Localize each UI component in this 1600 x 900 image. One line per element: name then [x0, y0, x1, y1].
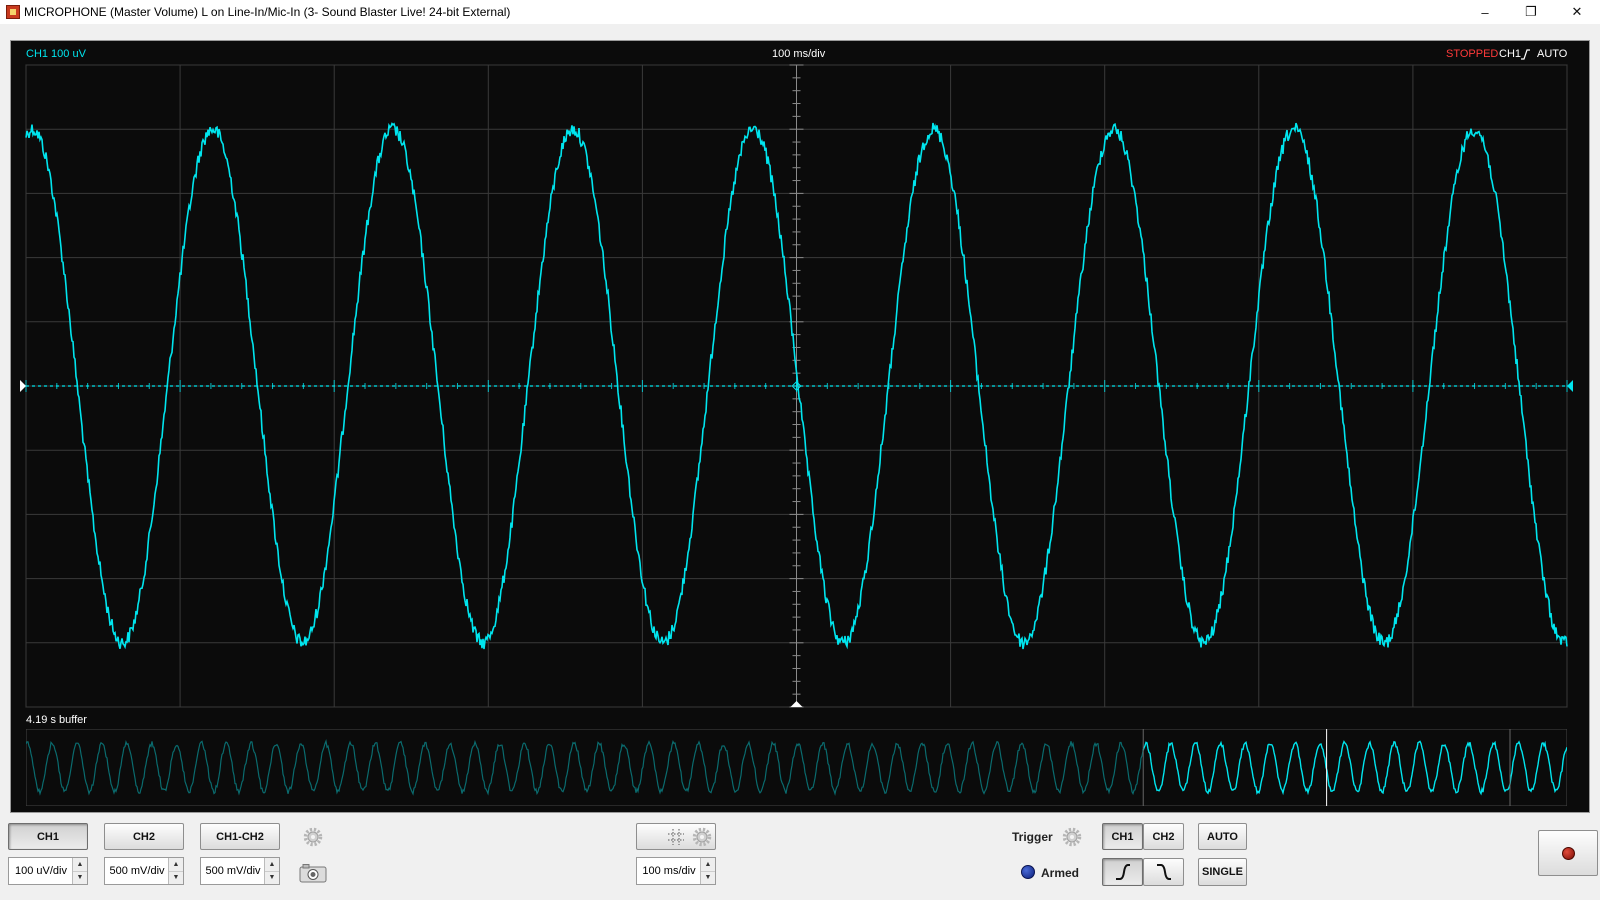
up-arrow-icon[interactable]: ▲	[265, 858, 279, 872]
trigger-label: Trigger	[1012, 830, 1053, 844]
falling-edge-icon	[1156, 864, 1171, 880]
trigger-channel-label: CH1	[1499, 48, 1522, 60]
armed-indicator	[1021, 865, 1035, 879]
buffer-overview[interactable]	[26, 729, 1567, 806]
camera-icon[interactable]	[298, 863, 328, 883]
ch1-ch2-button[interactable]: CH1-CH2	[200, 823, 280, 850]
single-button[interactable]: SINGLE	[1198, 858, 1247, 886]
ch-settings-gear-icon[interactable]	[302, 826, 324, 848]
app-icon	[6, 5, 20, 19]
restore-button[interactable]: ❐	[1508, 0, 1554, 24]
down-arrow-icon[interactable]: ▼	[169, 871, 183, 884]
ch1-scale-spinner[interactable]: 100 uV/div ▲ ▼	[8, 857, 88, 885]
scope-screen[interactable]	[20, 64, 1573, 708]
up-arrow-icon[interactable]: ▲	[701, 858, 715, 872]
display-settings-gear-icon[interactable]	[691, 826, 713, 848]
ch1-scale-value: 100 uV/div	[15, 865, 67, 877]
window-title: MICROPHONE (Master Volume) L on Line-In/…	[24, 5, 511, 19]
up-arrow-icon[interactable]: ▲	[73, 858, 87, 872]
trigger-mode-label: AUTO	[1537, 48, 1568, 60]
rising-edge-icon	[1521, 49, 1530, 60]
ch2-scale-spinner[interactable]: 500 mV/div ▲ ▼	[104, 857, 184, 885]
diff-scale-spinner[interactable]: 500 mV/div ▲ ▼	[200, 857, 280, 885]
down-arrow-icon[interactable]: ▼	[265, 871, 279, 884]
ch1-button[interactable]: CH1	[8, 823, 88, 850]
record-button[interactable]	[1538, 830, 1598, 876]
timebase-label: 100 ms/div	[772, 48, 826, 60]
ch1-scale-label: CH1 100 uV	[26, 48, 86, 60]
up-arrow-icon[interactable]: ▲	[169, 858, 183, 872]
trigger-ch2-button[interactable]: CH2	[1143, 823, 1184, 850]
falling-edge-button[interactable]	[1143, 858, 1184, 886]
buffer-label: 4.19 s buffer	[26, 714, 87, 726]
ch2-button[interactable]: CH2	[104, 823, 184, 850]
close-button[interactable]: ✕	[1554, 0, 1600, 24]
status-label: STOPPED	[1446, 48, 1499, 60]
timebase-spinner[interactable]: 100 ms/div ▲ ▼	[636, 857, 716, 885]
armed-label: Armed	[1041, 866, 1080, 880]
title-bar: MICROPHONE (Master Volume) L on Line-In/…	[0, 0, 1600, 24]
trigger-settings-gear-icon[interactable]	[1061, 826, 1083, 848]
ch2-scale-value: 500 mV/div	[109, 865, 165, 877]
grid-icon	[668, 828, 684, 845]
timebase-value: 100 ms/div	[642, 865, 696, 877]
down-arrow-icon[interactable]: ▼	[701, 871, 715, 884]
minimize-button[interactable]: –	[1462, 0, 1508, 24]
auto-button[interactable]: AUTO	[1198, 823, 1247, 850]
rising-edge-icon	[1115, 864, 1130, 880]
trigger-ch1-button[interactable]: CH1	[1102, 823, 1143, 850]
down-arrow-icon[interactable]: ▼	[73, 871, 87, 884]
diff-scale-value: 500 mV/div	[205, 865, 261, 877]
rising-edge-button[interactable]	[1102, 858, 1143, 886]
record-icon	[1561, 846, 1575, 860]
